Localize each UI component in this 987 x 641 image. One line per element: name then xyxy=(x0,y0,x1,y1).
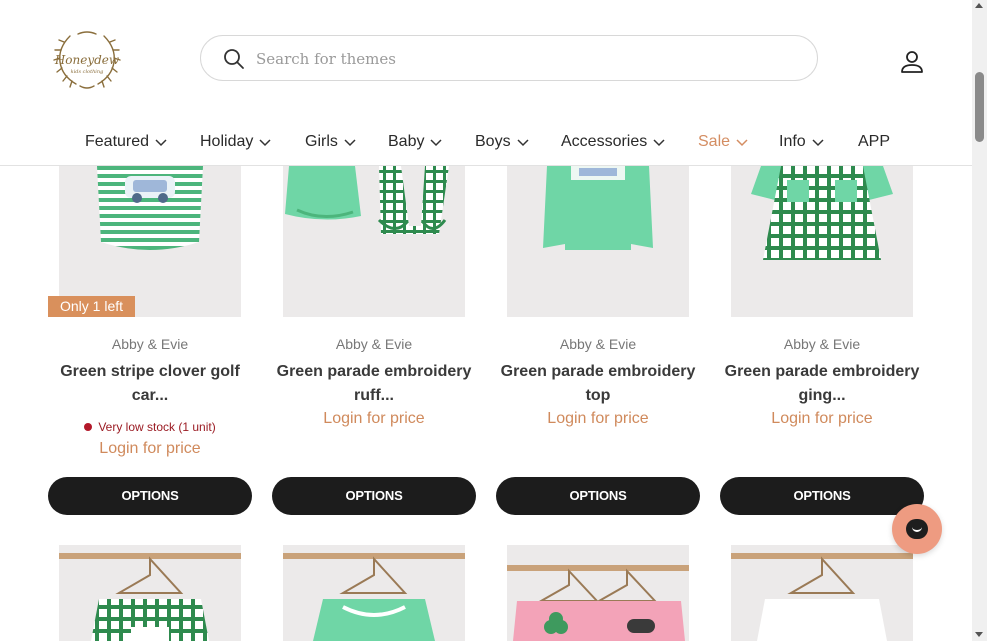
options-button[interactable]: OPTIONS xyxy=(272,477,476,515)
scrollbar-thumb[interactable] xyxy=(975,72,984,142)
product-title[interactable]: Green parade embroidery top xyxy=(496,360,700,408)
stock-indicator: Very low stock (1 unit) xyxy=(48,420,252,434)
nav-item-label: APP xyxy=(858,133,891,150)
nav-item-holiday[interactable]: Holiday xyxy=(200,130,271,154)
product-title-line: Green parade embroidery xyxy=(276,363,472,380)
product-vendor: Abby & Evie xyxy=(335,336,413,352)
chat-button[interactable] xyxy=(892,504,942,554)
product-title[interactable]: Green stripe clover golf car... xyxy=(48,360,252,408)
login-for-price-link[interactable]: Login for price xyxy=(272,410,476,428)
product-title[interactable]: Green parade embroidery ging... xyxy=(720,360,924,408)
nav-item-boys[interactable]: Boys xyxy=(475,130,529,154)
nav-item-girls[interactable]: Girls xyxy=(305,130,356,154)
search-bar[interactable] xyxy=(200,35,818,81)
green-top-image-icon xyxy=(543,166,653,250)
nav-item-baby[interactable]: Baby xyxy=(388,130,442,154)
product-image[interactable] xyxy=(507,150,689,317)
product-title-line: Green stripe clover golf xyxy=(60,363,240,380)
scroll-down-arrow-icon[interactable] xyxy=(975,632,983,637)
nav-item-label: Baby xyxy=(388,133,425,150)
page-scrollbar[interactable] xyxy=(972,0,987,641)
product-title-line: top xyxy=(585,387,611,404)
options-button[interactable]: OPTIONS xyxy=(720,477,924,515)
romper-image-icon xyxy=(97,166,203,250)
svg-text:kids clothing: kids clothing xyxy=(71,69,104,75)
chevron-down-icon xyxy=(736,139,748,147)
product-image[interactable] xyxy=(283,545,465,641)
options-button[interactable]: OPTIONS xyxy=(496,477,700,515)
site-header: Honeydew kids clothing Featured Holiday … xyxy=(0,0,972,166)
nav-item-app[interactable]: APP xyxy=(858,130,890,154)
product-title-line: ruff... xyxy=(354,387,394,404)
search-input[interactable] xyxy=(256,45,796,73)
stock-dot-icon xyxy=(84,423,93,431)
product-vendor: Abby & Evie xyxy=(783,336,861,352)
login-for-price-link[interactable]: Login for price xyxy=(48,440,252,458)
brand-logo[interactable]: Honeydew kids clothing xyxy=(50,28,124,92)
product-image[interactable] xyxy=(283,150,465,317)
nav-item-label: Sale xyxy=(698,133,731,150)
chevron-down-icon xyxy=(517,139,529,147)
nav-item-label: Holiday xyxy=(200,133,254,150)
chevron-down-icon xyxy=(155,139,167,147)
nav-item-label: Accessories xyxy=(561,133,648,150)
nav-item-label: Featured xyxy=(85,133,150,150)
nav-item-info[interactable]: Info xyxy=(779,130,824,154)
hanger-white-image-icon xyxy=(731,553,913,641)
options-button[interactable]: OPTIONS xyxy=(48,477,252,515)
chevron-down-icon xyxy=(344,139,356,147)
svg-text:Honeydew: Honeydew xyxy=(54,53,120,67)
hanger-gingham-image-icon xyxy=(59,553,241,641)
login-for-price-link[interactable]: Login for price xyxy=(496,410,700,428)
ruffle-set-image-icon xyxy=(285,166,449,234)
login-for-price-link[interactable]: Login for price xyxy=(720,410,924,428)
product-title-line: Green parade embroidery xyxy=(500,363,696,380)
chevron-down-icon xyxy=(653,139,665,147)
account-button[interactable] xyxy=(898,48,926,76)
nav-item-label: Info xyxy=(779,133,806,150)
gingham-dress-image-icon xyxy=(751,166,893,260)
stock-badge: Only 1 left xyxy=(48,296,136,317)
product-title-line: ging... xyxy=(798,387,846,404)
nav-item-sale[interactable]: Sale xyxy=(698,130,748,154)
product-title[interactable]: Green parade embroidery ruff... xyxy=(272,360,476,408)
hanger-pink-image-icon xyxy=(507,565,689,641)
main-navigation: Featured Holiday Girls Baby Boys Accesso… xyxy=(0,120,972,164)
product-vendor: Abby & Evie xyxy=(111,336,189,352)
search-icon xyxy=(224,49,244,69)
scroll-up-arrow-icon[interactable] xyxy=(975,3,983,8)
product-vendor: Abby & Evie xyxy=(559,336,637,352)
product-image[interactable] xyxy=(59,150,241,317)
user-icon xyxy=(901,51,923,73)
product-image[interactable] xyxy=(731,150,913,317)
nav-item-label: Boys xyxy=(475,133,511,150)
product-title-line: Green parade embroidery xyxy=(724,363,920,380)
product-image[interactable] xyxy=(731,545,913,641)
nav-item-accessories[interactable]: Accessories xyxy=(561,130,665,154)
product-image[interactable] xyxy=(507,545,689,641)
nav-item-label: Girls xyxy=(305,133,338,150)
product-title-line: car... xyxy=(131,387,169,404)
hanger-mint-image-icon xyxy=(283,553,465,641)
chat-icon xyxy=(906,519,928,539)
chevron-down-icon xyxy=(812,139,824,147)
wreath-logo-icon: Honeydew kids clothing xyxy=(53,31,121,89)
chevron-down-icon xyxy=(430,139,442,147)
chevron-down-icon xyxy=(259,139,271,147)
stock-text: Very low stock (1 unit) xyxy=(98,420,216,434)
nav-item-featured[interactable]: Featured xyxy=(85,130,167,154)
product-image[interactable] xyxy=(59,545,241,641)
